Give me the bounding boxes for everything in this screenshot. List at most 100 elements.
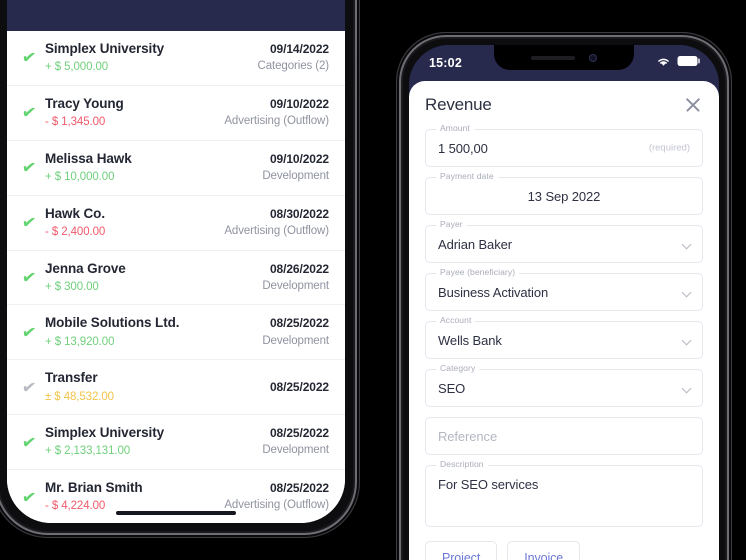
- table-row[interactable]: ✔ Simplex University + $ 5,000.00 09/14/202…: [7, 31, 345, 86]
- check-icon: ✔: [20, 486, 38, 508]
- field-label: Payment date: [436, 172, 498, 181]
- wifi-icon: [656, 54, 671, 72]
- table-row[interactable]: ✔ Tracy Young - $ 1,345.00 09/10/2022 Advert…: [7, 86, 345, 141]
- home-indicator: [116, 511, 236, 515]
- transaction-meta: 09/10/2022 Advertising (Outflow): [216, 96, 329, 130]
- table-row[interactable]: ✔ Mr. Brian Smith - $ 4,224.00 08/25/2022 Ad…: [7, 470, 345, 523]
- transaction-amount: + $ 10,000.00: [45, 171, 115, 183]
- transaction-category: Categories (2): [257, 60, 330, 73]
- transaction-name: Mobile Solutions Ltd.: [45, 315, 180, 331]
- form-field-amount[interactable]: Amount 1 500,00 (required): [425, 124, 703, 167]
- transaction-date: 08/25/2022: [269, 316, 329, 331]
- transaction-details: Tracy Young - $ 1,345.00: [41, 95, 216, 131]
- status-bar-indicators: [656, 54, 701, 72]
- form-field-payer[interactable]: Payer Adrian Baker: [425, 220, 703, 263]
- project-button[interactable]: Project: [425, 541, 498, 560]
- form-field-account[interactable]: Account Wells Bank: [425, 316, 703, 359]
- transaction-category: Development: [262, 279, 329, 292]
- form-field-description[interactable]: Description For SEO services: [425, 460, 703, 527]
- transaction-amount: ± $ 48,532.00: [45, 390, 114, 403]
- transaction-name: Simplex University: [45, 425, 165, 441]
- revenue-form-sheet: Revenue Amount 1 500,00 (required) Payment …: [409, 81, 719, 560]
- field-value[interactable]: SEO: [426, 370, 702, 406]
- form-field-reference[interactable]: Reference: [425, 417, 703, 455]
- transaction-meta: 08/25/2022: [262, 379, 329, 396]
- page-title: Revenue: [425, 95, 492, 114]
- transaction-details: Hawk Co. - $ 2,400.00: [41, 205, 216, 241]
- transaction-category: Advertising (Outflow): [224, 224, 329, 237]
- form-field-category[interactable]: Category SEO: [425, 364, 703, 407]
- status-bar-time: 15:02: [429, 56, 462, 70]
- transaction-amount: + $ 13,920.00: [45, 335, 115, 348]
- transaction-meta: 09/10/2022 Development: [254, 151, 329, 185]
- transaction-details: Mr. Brian Smith - $ 4,224.00: [41, 479, 216, 515]
- transaction-name: Mr. Brian Smith: [45, 480, 143, 496]
- field-value[interactable]: 13 Sep 2022: [426, 178, 702, 214]
- transaction-amount: - $ 1,345.00: [45, 116, 106, 129]
- table-row[interactable]: ✔ Hawk Co. - $ 2,400.00 08/30/2022 Advertisi…: [7, 196, 345, 251]
- check-icon: ✔: [20, 47, 38, 69]
- transaction-name: Tracy Young: [45, 95, 124, 111]
- table-row[interactable]: ✔ Melissa Hawk + $ 10,000.00 09/10/2022 Deve…: [7, 141, 345, 196]
- battery-icon: [677, 54, 701, 72]
- left-phone-mockup: ✔ Simplex University + $ 5,000.00 09/14/202…: [0, 0, 360, 538]
- form-field-payee-beneficiary[interactable]: Payee (beneficiary) Business Activation: [425, 268, 703, 311]
- transaction-meta: 09/14/2022 Categories (2): [250, 41, 330, 75]
- field-label: Description: [436, 460, 488, 469]
- field-value[interactable]: Reference: [426, 418, 702, 454]
- transaction-category: Development: [262, 334, 329, 347]
- sheet-header: Revenue: [425, 95, 703, 115]
- transaction-date: 08/30/2022: [269, 206, 329, 221]
- transaction-date: 08/25/2022: [269, 426, 329, 441]
- check-icon: ✔: [20, 376, 38, 398]
- transaction-name: Jenna Grove: [45, 260, 126, 276]
- transaction-meta: 08/30/2022 Advertising (Outflow): [216, 206, 329, 240]
- field-value[interactable]: Wells Bank: [426, 322, 702, 358]
- check-icon: ✔: [20, 212, 38, 234]
- transaction-details: Simplex University + $ 2,133,131.00: [41, 424, 254, 460]
- transactions-list[interactable]: ✔ Simplex University + $ 5,000.00 09/14/202…: [7, 31, 345, 523]
- field-label: Amount: [436, 124, 474, 133]
- field-value[interactable]: Adrian Baker: [426, 226, 702, 262]
- transaction-category: Development: [262, 169, 329, 182]
- transaction-details: Simplex University + $ 5,000.00: [41, 40, 250, 76]
- earpiece-speaker: [531, 55, 575, 60]
- field-value[interactable]: Business Activation: [426, 274, 702, 310]
- front-camera: [589, 53, 597, 62]
- transaction-amount: - $ 2,400.00: [45, 225, 106, 238]
- transaction-meta: 08/26/2022 Development: [254, 261, 329, 295]
- transaction-date: 08/26/2022: [269, 261, 329, 276]
- right-phone-screen: 15:02 Revenue Amount 1 500,00 (required)…: [409, 45, 719, 560]
- transaction-details: Transfer ± $ 48,532.00: [41, 369, 262, 405]
- transaction-date: 09/10/2022: [269, 151, 329, 166]
- transaction-details: Mobile Solutions Ltd. + $ 13,920.00: [41, 314, 254, 350]
- close-icon[interactable]: [683, 95, 703, 115]
- field-label: Payer: [436, 220, 467, 229]
- table-row[interactable]: ✔ Simplex University + $ 2,133,131.00 08/25…: [7, 415, 345, 471]
- transaction-name: Hawk Co.: [45, 205, 105, 221]
- transaction-date: 09/10/2022: [269, 96, 329, 111]
- transaction-details: Melissa Hawk + $ 10,000.00: [41, 150, 254, 186]
- left-phone-screen: ✔ Simplex University + $ 5,000.00 09/14/202…: [7, 0, 345, 523]
- transaction-meta: 08/25/2022 Development: [254, 425, 329, 459]
- status-bar: 15:02: [409, 45, 719, 81]
- invoice-button[interactable]: Invoice: [507, 541, 581, 560]
- field-hint: (required): [648, 142, 690, 154]
- check-icon: ✔: [20, 267, 38, 288]
- table-row[interactable]: ✔ Transfer ± $ 48,532.00 08/25/2022: [7, 360, 345, 416]
- transaction-amount: + $ 5,000.00: [45, 61, 109, 74]
- device-notch: [494, 45, 634, 70]
- field-label: Payee (beneficiary): [436, 268, 520, 277]
- transaction-category: Development: [262, 444, 329, 457]
- transaction-name: Simplex University: [45, 41, 165, 56]
- field-value[interactable]: For SEO services: [426, 466, 702, 526]
- field-label: Category: [436, 364, 480, 373]
- transaction-details: Jenna Grove + $ 300.00: [41, 260, 254, 296]
- transaction-date: 09/14/2022: [269, 42, 329, 57]
- form-field-payment-date[interactable]: Payment date 13 Sep 2022: [425, 172, 703, 215]
- table-row[interactable]: ✔ Jenna Grove + $ 300.00 08/26/2022 Developm…: [7, 251, 345, 306]
- transaction-category: Advertising (Outflow): [224, 115, 329, 128]
- field-label: Account: [436, 316, 476, 325]
- right-phone-mockup: 15:02 Revenue Amount 1 500,00 (required)…: [396, 32, 732, 560]
- table-row[interactable]: ✔ Mobile Solutions Ltd. + $ 13,920.00 08/25…: [7, 305, 345, 361]
